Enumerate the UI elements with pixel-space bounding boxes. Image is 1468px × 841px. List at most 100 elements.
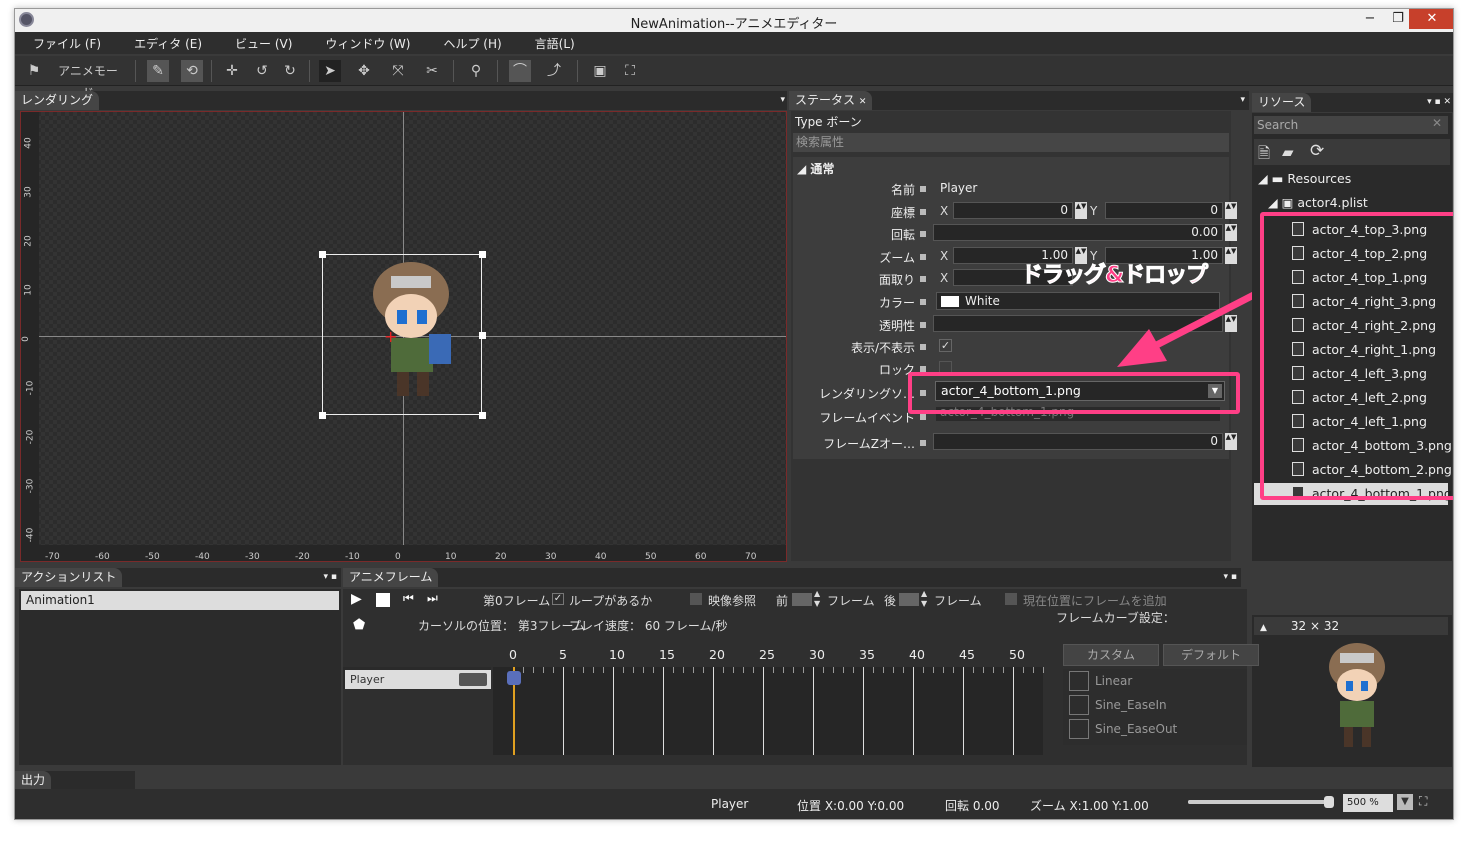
toolbar: ⚑ アニメモード ✎ ⟲ ✛ ↺ ↻ ➤ ✥ ⤧ ✂ ⚲ ⌒ ⤴ ▣ ⛶ (15, 56, 1453, 100)
bone-rotate-icon[interactable]: ⤴ (543, 60, 565, 82)
minimize-button[interactable]: − (1355, 9, 1385, 29)
resource-search-input[interactable]: Search (1254, 116, 1448, 134)
next-frames-spinner[interactable]: ▲ ▼ (921, 589, 927, 609)
tab-render[interactable]: レンダリング (15, 91, 100, 110)
prev-frames-spinner[interactable]: ▲ ▼ (814, 589, 820, 609)
folder-icon[interactable]: ▰ (1282, 143, 1294, 161)
skew-tool-icon[interactable]: ✂ (421, 60, 443, 82)
tab-anim-frame[interactable]: アニメフレーム (343, 568, 439, 587)
zoom-percent-input[interactable]: 500 % (1343, 794, 1393, 812)
curve-sine-ease-in[interactable]: Sine_EaseIn (1095, 698, 1167, 712)
prev-frame-icon[interactable]: ⏮ (403, 591, 414, 606)
close-button[interactable]: ✕ (1409, 9, 1453, 29)
panel-menu-icon[interactable]: ▾ (1240, 91, 1245, 110)
default-curve-button[interactable]: デフォルト (1163, 644, 1259, 666)
zoom-slider-thumb[interactable] (1324, 796, 1334, 808)
keyframe[interactable] (507, 671, 521, 685)
timeline[interactable] (493, 667, 1044, 755)
loop-checkbox[interactable]: ✓ (552, 593, 564, 605)
stop-icon[interactable] (376, 593, 390, 607)
tab-output[interactable]: 出力 (15, 771, 52, 790)
anime-mode-button[interactable]: アニメモード (53, 60, 123, 100)
move-pivot-icon[interactable]: ✛ (221, 60, 243, 82)
bind-tool-icon[interactable]: ⟲ (181, 60, 203, 82)
next-frames-input[interactable] (899, 593, 919, 606)
group-header[interactable]: ◢ 通常 (797, 160, 834, 177)
refresh-icon[interactable]: ⟳ (1310, 141, 1324, 161)
visible-checkbox[interactable]: ✓ (939, 339, 952, 352)
tree-plist[interactable]: ◢ ▣ actor4.plist (1268, 195, 1368, 210)
custom-curve-button[interactable]: カスタム (1063, 644, 1159, 666)
track-player[interactable]: Player (345, 670, 491, 689)
sine-ease-out-icon (1069, 719, 1089, 739)
key-icon[interactable] (920, 209, 926, 215)
move-tool-icon[interactable]: ✥ (353, 60, 375, 82)
bone-edit-icon[interactable]: ⌒ (509, 60, 531, 82)
tab-action-list[interactable]: アクションリスト (15, 568, 123, 587)
menu-view[interactable]: ビュー (V) (235, 35, 292, 52)
key-icon[interactable] (920, 440, 926, 446)
render-viewport[interactable]: -70 -60 -50 -40 -30 -20 -10 0 10 20 30 40 50 60 70 40 3… (20, 111, 787, 562)
key-icon[interactable] (920, 186, 926, 192)
new-file-icon[interactable]: 🗎 (1258, 143, 1270, 168)
position-y-spinner[interactable]: ▲▼ (1225, 202, 1237, 219)
key-icon[interactable] (920, 322, 926, 328)
key-icon[interactable] (920, 276, 926, 282)
rotate-right-icon[interactable]: ↻ (279, 60, 301, 82)
scale-tool-icon[interactable]: ⤧ (387, 60, 409, 82)
action-item[interactable]: Animation1 (21, 591, 339, 610)
fit-screen-icon[interactable]: ⛶ (1419, 794, 1427, 809)
zoom-slider[interactable] (1188, 796, 1334, 808)
tab-close-icon[interactable]: ✕ (859, 97, 867, 107)
prev-frames-input[interactable] (792, 593, 812, 606)
panel-menu-icon[interactable]: ▾ ▪ (1224, 568, 1237, 587)
play-icon[interactable]: ▶ (351, 591, 362, 607)
collapse-icon[interactable]: ▲ (1260, 623, 1267, 633)
zoom-y-spinner[interactable]: ▲▼ (1225, 247, 1237, 264)
panel-menu-icon[interactable]: ▾ (780, 91, 785, 110)
handle-tl[interactable] (319, 251, 326, 258)
key-icon[interactable] (920, 414, 926, 420)
next-frame-icon[interactable]: ⏭ (427, 591, 438, 606)
key-icon[interactable] (920, 254, 926, 260)
eye-icon[interactable] (459, 673, 487, 686)
anime-mode-icon[interactable]: ⚑ (23, 60, 45, 82)
property-search-input[interactable]: 検索属性 (793, 133, 1229, 152)
rotation-spinner[interactable]: ▲▼ (1225, 224, 1237, 241)
menu-language[interactable]: 言語(L) (535, 35, 575, 52)
position-x-spinner[interactable]: ▲▼ (1075, 202, 1087, 219)
menu-window[interactable]: ウィンドウ (W) (325, 35, 410, 52)
bone-add-icon[interactable]: ⬟ (353, 617, 365, 633)
rotation-input[interactable]: 0.00 (933, 224, 1223, 241)
name-value[interactable]: Player (940, 181, 977, 195)
tree-root[interactable]: ◢ ▬ Resources (1258, 171, 1351, 186)
key-icon[interactable] (920, 299, 926, 305)
add-frame-checkbox[interactable] (1005, 593, 1017, 605)
screenshot-icon[interactable]: ⛶ (619, 60, 641, 82)
curve-linear[interactable]: Linear (1095, 674, 1132, 688)
handle-bl[interactable] (319, 412, 326, 419)
panel-menu-icon[interactable]: ▾ ▪ (324, 568, 337, 587)
character-sprite[interactable]: + (351, 254, 481, 414)
curve-sine-ease-out[interactable]: Sine_EaseOut (1095, 722, 1177, 736)
position-x-input[interactable]: 0 (953, 202, 1073, 219)
zoom-dropdown-icon[interactable]: ▼ (1397, 794, 1413, 810)
frame-z-input[interactable]: 0 (933, 433, 1223, 450)
menu-help[interactable]: ヘルプ (H) (443, 35, 501, 52)
frame-z-spinner[interactable]: ▲▼ (1225, 433, 1237, 450)
menu-file[interactable]: ファイル (F) (33, 35, 101, 52)
rotate-left-icon[interactable]: ↺ (251, 60, 273, 82)
key-icon[interactable] (920, 231, 926, 237)
menu-editor[interactable]: エディタ (E) (134, 35, 202, 52)
key-icon[interactable] (920, 344, 926, 350)
position-y-input[interactable]: 0 (1105, 202, 1223, 219)
clear-search-icon[interactable]: ✕ (1432, 116, 1442, 130)
panel-controls-icon[interactable]: ▾ ▪ ✕ (1427, 93, 1451, 112)
tab-resources[interactable]: リソース (1252, 93, 1312, 112)
select-tool-icon[interactable]: ➤ (319, 60, 341, 82)
video-ref-checkbox[interactable] (690, 593, 702, 605)
bone-tool-icon[interactable]: ✎ (147, 60, 169, 82)
bone-create-icon[interactable]: ⚲ (465, 60, 487, 82)
tab-status[interactable]: ステータス ✕ (789, 91, 873, 110)
frame-fit-icon[interactable]: ▣ (589, 60, 611, 82)
